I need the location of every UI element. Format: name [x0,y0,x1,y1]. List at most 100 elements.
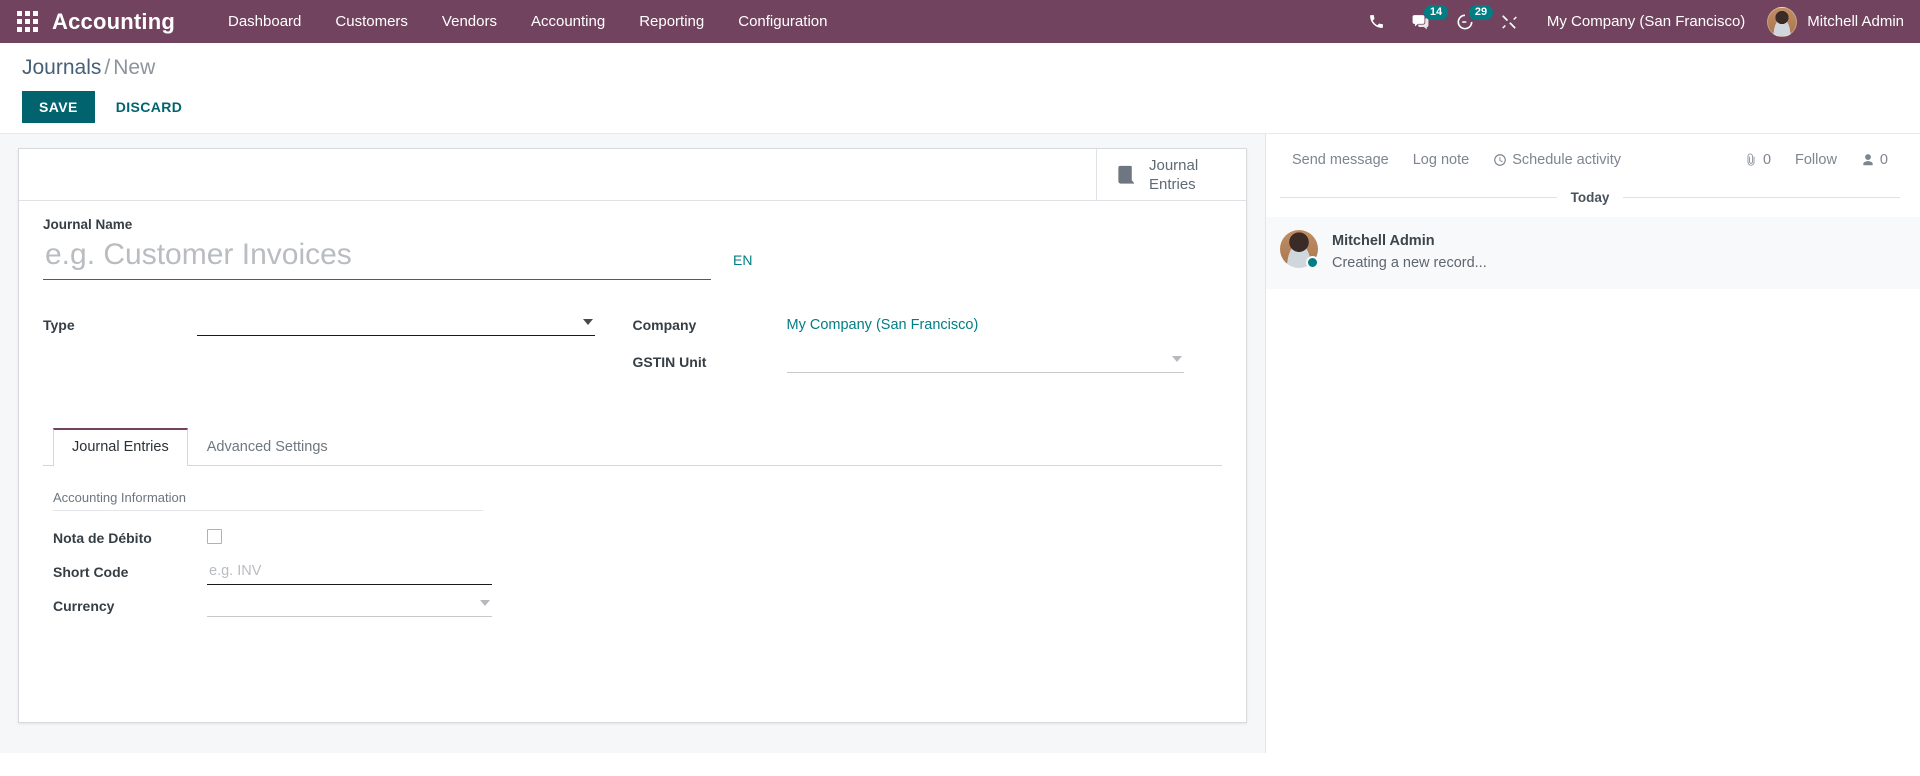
save-button[interactable]: SAVE [22,91,95,123]
currency-value [207,593,1222,617]
user-menu-label: Mitchell Admin [1807,13,1904,30]
language-badge[interactable]: EN [733,252,752,268]
schedule-activity-label: Schedule activity [1512,152,1621,168]
control-panel: Journals / New SAVE DISCARD [0,43,1920,134]
gstin-unit-value [786,349,1184,373]
message-author-avatar [1280,230,1319,269]
phone-icon[interactable] [1355,0,1398,43]
form-column: Journal Entries Journal Name EN [0,134,1265,753]
developer-tools-icon[interactable] [1487,0,1531,43]
short-code-value [207,559,1222,585]
notebook: Journal Entries Advanced Settings Accoun… [43,428,1222,625]
field-row-nota-de-debito: Nota de Débito [53,525,1222,557]
chatter-panel: Send message Log note Schedule activity … [1265,134,1920,753]
nota-de-debito-label: Nota de Débito [53,530,152,546]
schedule-activity-button[interactable]: Schedule activity [1481,148,1633,172]
menu-item-reporting[interactable]: Reporting [622,0,721,43]
online-status-icon [1306,256,1319,269]
smart-button-label: Journal Entries [1149,156,1199,193]
field-row-short-code: Short Code [53,559,1222,591]
section-title-accounting-information: Accounting Information [53,490,483,511]
field-row-currency: Currency [53,593,1222,625]
clock-icon [1493,153,1507,167]
smart-button-box: Journal Entries [19,149,1246,201]
menu-item-vendors[interactable]: Vendors [425,0,514,43]
journal-book-icon [1115,163,1138,186]
tab-journal-entries[interactable]: Journal Entries [53,428,188,466]
chatter-toolbar: Send message Log note Schedule activity … [1266,134,1920,184]
chatter-right-tools: 0 Follow 0 [1734,148,1898,172]
user-icon [1861,153,1875,167]
attachment-count[interactable]: 0 [1734,148,1781,172]
date-separator: Today [1266,184,1920,205]
tab-pane-journal-entries: Accounting Information Nota de Débito Sh… [43,466,1222,625]
form-sheet: Journal Entries Journal Name EN [18,148,1247,723]
tab-advanced-settings[interactable]: Advanced Settings [188,428,347,466]
app-brand-accounting[interactable]: Accounting [52,9,175,35]
message-body: Mitchell Admin Creating a new record... [1332,230,1487,274]
field-row-gstin-unit: GSTIN Unit [632,349,1184,384]
message-text: Creating a new record... [1332,255,1487,271]
gstin-unit-select[interactable] [786,349,1184,373]
accounting-information-rows: Nota de Débito Short Code e.g. INV Curre… [53,525,1222,625]
short-code-label: Short Code [53,564,129,580]
notebook-tabs: Journal Entries Advanced Settings [43,428,1222,466]
journal-name-label: Journal Name [43,217,133,232]
user-menu[interactable]: Mitchell Admin [1761,6,1904,37]
field-row-company: Company My Company (San Francisco) [633,312,1185,347]
follow-button[interactable]: Follow [1785,148,1847,172]
type-value [197,312,595,336]
sheet-inner: Journal Name EN Type [19,201,1246,625]
journal-name-input[interactable] [43,238,711,280]
chatter-message: Mitchell Admin Creating a new record... [1266,217,1920,289]
currency-select[interactable] [207,593,492,617]
main-body: Journal Entries Journal Name EN [0,134,1920,753]
top-navbar: Accounting Dashboard Customers Vendors A… [0,0,1920,43]
apps-grid-icon[interactable] [10,5,44,39]
follower-count-value: 0 [1879,152,1888,168]
breadcrumb-separator: / [104,56,111,79]
breadcrumb-journals[interactable]: Journals [22,56,101,79]
gstin-unit-label: GSTIN Unit [632,354,707,370]
field-group: Type Company My Company (San Francisco) … [43,312,1222,386]
short-code-input[interactable] [207,559,492,585]
journal-name-wrapper [43,238,711,280]
currency-label: Currency [53,598,115,614]
breadcrumb-current: New [113,56,156,79]
company-switcher[interactable]: My Company (San Francisco) [1531,13,1761,30]
message-author-name: Mitchell Admin [1332,233,1435,249]
attachment-count-value: 0 [1762,152,1772,168]
menu-item-dashboard[interactable]: Dashboard [211,0,318,43]
messages-icon[interactable]: 14 [1398,0,1449,43]
title-section: Journal Name EN [43,217,1222,280]
date-separator-label: Today [1570,190,1610,205]
type-label: Type [43,317,75,333]
separator-line-right [1623,197,1901,198]
company-link[interactable]: My Company (San Francisco) [787,312,979,336]
journal-name-row: EN [43,238,1222,280]
field-group-left: Type [43,312,633,386]
chevron-down-icon [1172,356,1182,362]
menu-item-configuration[interactable]: Configuration [721,0,844,43]
nota-de-debito-checkbox[interactable] [207,529,222,544]
chevron-down-icon [582,319,593,325]
menu-item-accounting[interactable]: Accounting [514,0,622,43]
breadcrumb: Journals / New [22,55,1920,81]
record-actions: SAVE DISCARD [22,91,1920,123]
discard-button[interactable]: DISCARD [101,91,198,123]
field-row-type: Type [43,312,595,347]
company-value: My Company (San Francisco) [787,312,1185,336]
send-message-button[interactable]: Send message [1280,148,1401,172]
smart-button-journal-entries[interactable]: Journal Entries [1096,149,1246,200]
chevron-down-icon [480,600,490,606]
menu-item-customers[interactable]: Customers [318,0,425,43]
company-label: Company [632,317,697,333]
user-avatar [1767,6,1798,37]
type-select[interactable] [197,312,595,336]
follower-count[interactable]: 0 [1851,148,1898,172]
activities-clock-icon[interactable]: 29 [1443,0,1494,43]
nota-de-debito-value [207,525,1222,549]
log-note-button[interactable]: Log note [1401,148,1481,172]
navbar-right-tools: 14 29 My Company (San Francisco) Mitchel… [1355,0,1920,43]
field-group-right: Company My Company (San Francisco) GSTIN… [633,312,1223,386]
